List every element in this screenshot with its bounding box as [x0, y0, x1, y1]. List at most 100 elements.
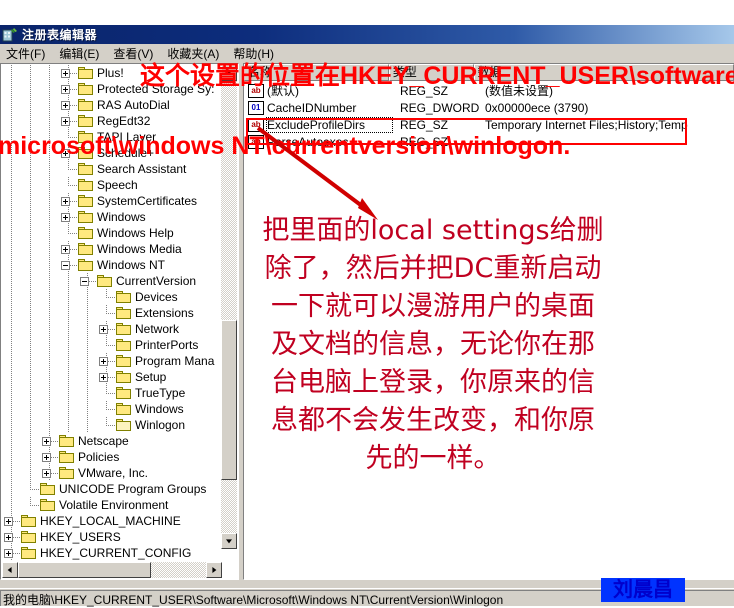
tree-indent-guide [21, 433, 40, 449]
tree-scroll-down-button[interactable] [221, 533, 237, 549]
values-row[interactable]: ab (默认) REG_SZ (数值未设置) [244, 82, 734, 99]
menu-bar: 文件(F) 编辑(E) 查看(V) 收藏夹(A) 帮助(H) [0, 44, 734, 63]
expand-node-icon[interactable] [97, 369, 116, 385]
tree-scroll-right-button[interactable] [206, 562, 222, 578]
column-header-name[interactable]: 名称 [244, 64, 389, 81]
expand-node-icon[interactable] [40, 449, 59, 465]
tree-indent-guide [21, 97, 40, 113]
folder-icon [21, 530, 37, 544]
expand-node-icon[interactable] [97, 353, 116, 369]
tree-node[interactable]: Schedule+ [2, 145, 221, 161]
tree-node[interactable]: Winlogon [2, 417, 221, 433]
tree-indent-guide [2, 353, 21, 369]
tree-node[interactable]: Program Mana [2, 353, 221, 369]
collapse-node-icon[interactable] [59, 257, 78, 273]
folder-icon [116, 370, 132, 384]
expand-node-icon[interactable] [40, 465, 59, 481]
tree-leaf-connector [97, 401, 116, 417]
tree-node[interactable]: PrinterPorts [2, 337, 221, 353]
values-row[interactable]: 01 CacheIDNumber REG_DWORD 0x00000ece (3790… [244, 99, 734, 116]
tree-indent-guide [59, 273, 78, 289]
tree-node[interactable]: RegEdt32 [2, 113, 221, 129]
value-name: (默认) [267, 84, 299, 98]
expand-node-icon[interactable] [2, 513, 21, 529]
tree-indent-guide [2, 145, 21, 161]
folder-icon [116, 322, 132, 336]
tree-node-label: Windows NT [97, 258, 166, 272]
tree-node[interactable]: Windows NT [2, 257, 221, 273]
tree-node[interactable]: HKEY_LOCAL_MACHINE [2, 513, 221, 529]
tree-node[interactable]: Network [2, 321, 221, 337]
expand-node-icon[interactable] [59, 145, 78, 161]
value-type: REG_DWORD [400, 100, 480, 115]
tree-node[interactable]: Windows [2, 209, 221, 225]
tree-indent-guide [78, 321, 97, 337]
tree-node-label: HKEY_LOCAL_MACHINE [40, 514, 181, 528]
expand-node-icon[interactable] [59, 97, 78, 113]
column-header-data[interactable]: 数据 [473, 64, 734, 81]
tree-indent-guide [21, 353, 40, 369]
tree-vertical-scrollbar[interactable] [221, 65, 237, 549]
tree-node[interactable]: Speech [2, 177, 221, 193]
tree-node[interactable]: RAS AutoDial [2, 97, 221, 113]
tree-scroll-thumb[interactable] [221, 320, 237, 480]
tree-indent-guide [40, 209, 59, 225]
tree-node[interactable]: CurrentVersion [2, 273, 221, 289]
tree-indent-guide [21, 305, 40, 321]
tree-scroll-up-button[interactable] [221, 65, 237, 81]
tree-node[interactable]: TrueType [2, 385, 221, 401]
expand-node-icon[interactable] [59, 65, 78, 81]
menu-item-file[interactable]: 文件(F) [6, 45, 45, 62]
tree-node[interactable]: HKEY_USERS [2, 529, 221, 545]
tree-node[interactable]: UNICODE Program Groups [2, 481, 221, 497]
tree-node[interactable]: SystemCertificates [2, 193, 221, 209]
tree-node[interactable]: Windows [2, 401, 221, 417]
expand-node-icon[interactable] [59, 193, 78, 209]
tree-node[interactable]: Search Assistant [2, 161, 221, 177]
tree-indent-guide [2, 97, 21, 113]
tree-node[interactable]: Policies [2, 449, 221, 465]
tree-indent-guide [2, 193, 21, 209]
registry-tree[interactable]: Plus! Protected Storage Sy: RAS AutoDial Re… [1, 64, 238, 579]
tree-indent-guide [2, 129, 21, 145]
tree-node[interactable]: HKEY_CURRENT_CONFIG [2, 545, 221, 561]
window-titlebar: 注册表编辑器 [0, 25, 734, 44]
expand-node-icon[interactable] [2, 545, 21, 561]
tree-hscroll-thumb[interactable] [18, 562, 151, 578]
expand-node-icon[interactable] [2, 529, 21, 545]
menu-item-favorites[interactable]: 收藏夹(A) [167, 45, 219, 62]
tree-scroll-left-button[interactable] [2, 562, 18, 578]
tree-node[interactable]: Devices [2, 289, 221, 305]
tree-indent-guide [2, 273, 21, 289]
collapse-node-icon[interactable] [78, 273, 97, 289]
tree-node[interactable]: Volatile Environment [2, 497, 221, 513]
expand-node-icon[interactable] [40, 433, 59, 449]
tree-node[interactable]: Plus! [2, 65, 221, 81]
expand-node-icon[interactable] [59, 241, 78, 257]
tree-node[interactable]: Extensions [2, 305, 221, 321]
tree-node-label: RAS AutoDial [97, 98, 170, 112]
expand-node-icon[interactable] [59, 113, 78, 129]
expand-node-icon[interactable] [97, 321, 116, 337]
expand-node-icon[interactable] [59, 209, 78, 225]
menu-item-view[interactable]: 查看(V) [113, 45, 153, 62]
tree-indent-guide [21, 257, 40, 273]
tree-indent-guide [40, 321, 59, 337]
tree-leaf-connector [59, 129, 78, 145]
menu-item-edit[interactable]: 编辑(E) [59, 45, 99, 62]
tree-node[interactable]: TAPI Layer [2, 129, 221, 145]
tree-node[interactable]: VMware, Inc. [2, 465, 221, 481]
signature-badge: 刘晨昌 [601, 578, 685, 602]
menu-item-help[interactable]: 帮助(H) [233, 45, 274, 62]
tree-indent-guide [21, 417, 40, 433]
tree-node[interactable]: Setup [2, 369, 221, 385]
column-header-type[interactable]: 类型 [388, 64, 474, 81]
tree-indent-guide [21, 225, 40, 241]
expand-node-icon[interactable] [59, 81, 78, 97]
tree-node-label: Volatile Environment [59, 498, 169, 512]
tree-node[interactable]: Windows Help [2, 225, 221, 241]
tree-horizontal-scrollbar[interactable] [2, 562, 222, 578]
tree-node[interactable]: Protected Storage Sy: [2, 81, 221, 97]
tree-node[interactable]: Netscape [2, 433, 221, 449]
tree-node[interactable]: Windows Media [2, 241, 221, 257]
